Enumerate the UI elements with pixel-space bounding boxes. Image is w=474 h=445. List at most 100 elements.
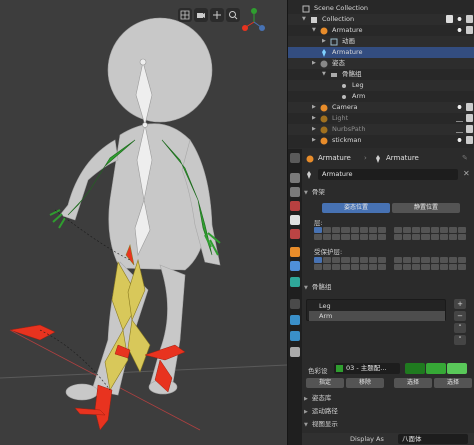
outliner-row-stickman[interactable]: ▶ stickman (288, 135, 474, 146)
camera-render-icon[interactable] (466, 26, 473, 34)
texture-tab-icon[interactable] (290, 347, 300, 357)
checkbox-icon[interactable] (446, 15, 453, 23)
expand-arrow-icon[interactable]: ▼ (312, 25, 316, 36)
constraints-tab-icon[interactable] (290, 261, 300, 271)
protected-layers-grid-a[interactable] (314, 257, 386, 270)
list-item[interactable]: Leg (309, 301, 445, 311)
render-tab-icon[interactable] (290, 173, 300, 183)
camera-render-icon[interactable] (466, 114, 473, 122)
list-item[interactable]: Arm (309, 311, 445, 321)
collapse-arrow-icon[interactable]: ▼ (304, 422, 308, 428)
eye-icon[interactable] (456, 103, 463, 111)
expand-arrow-icon[interactable]: ▶ (304, 396, 308, 402)
remove-button[interactable]: 移除 (346, 378, 384, 388)
move-down-icon[interactable]: ˅ (454, 335, 466, 345)
outliner[interactable]: Scene Collection ▼ Collection ▼ Armature… (288, 0, 474, 148)
outliner-row-animation[interactable]: ▶ 动画 (288, 36, 474, 47)
expand-arrow-icon[interactable]: ▶ (322, 36, 326, 47)
layers-grid-a[interactable] (314, 227, 386, 240)
mesh-object-icon (320, 137, 328, 144)
navigation-gizmo[interactable] (240, 8, 268, 36)
eye-hidden-icon[interactable] (456, 114, 463, 122)
select-color-swatch[interactable] (426, 363, 446, 374)
outliner-row-camera[interactable]: ▶ Camera (288, 102, 474, 113)
panel-title: 运动路径 (311, 407, 338, 415)
collapse-arrow-icon[interactable]: ▼ (304, 285, 308, 291)
expand-arrow-icon[interactable]: ▶ (304, 409, 308, 415)
pose-position-button[interactable]: 姿态位置 (322, 203, 390, 213)
outliner-row-armature-data[interactable]: Armature (288, 47, 474, 58)
expand-arrow-icon[interactable]: ▼ (322, 69, 326, 80)
normal-color-swatch[interactable] (405, 363, 425, 374)
pan-icon[interactable] (210, 8, 224, 22)
panel-title: 骨架 (311, 188, 325, 196)
camera-render-icon[interactable] (466, 136, 473, 144)
add-icon[interactable]: + (454, 299, 466, 309)
display-as-dropdown[interactable]: 八面体 (398, 434, 468, 444)
bone-tab-icon[interactable] (290, 315, 300, 325)
motion-paths-panel-header[interactable]: ▶ 运动路径 (304, 406, 469, 417)
eye-icon[interactable] (456, 15, 463, 23)
expand-arrow-icon[interactable]: ▶ (312, 102, 316, 113)
assign-button[interactable]: 指定 (306, 378, 344, 388)
select-button[interactable]: 选择 (394, 378, 432, 388)
outliner-row-collection[interactable]: ▼ Collection (288, 14, 474, 25)
expand-arrow-icon[interactable]: ▶ (312, 58, 316, 69)
outliner-label: stickman (332, 136, 362, 144)
outliner-row-light[interactable]: ▶ Light (288, 113, 474, 124)
outliner-row-arm[interactable]: Arm (288, 91, 474, 102)
protected-layers-grid-b[interactable] (394, 257, 466, 270)
pose-library-panel-header[interactable]: ▶ 姿态库 (304, 393, 469, 404)
eye-icon[interactable] (456, 136, 463, 144)
zoom-icon[interactable] (226, 8, 240, 22)
camera-view-icon[interactable] (194, 8, 208, 22)
expand-arrow-icon[interactable]: ▶ (312, 113, 316, 124)
bone-groups-panel-header[interactable]: ▼ 骨骼组 (304, 282, 469, 293)
armature-name-field[interactable]: Armature (318, 169, 458, 180)
fake-user-icon[interactable]: ✕ (463, 169, 470, 178)
viewport-scene[interactable] (0, 0, 287, 445)
camera-render-icon[interactable] (466, 15, 473, 23)
eye-icon[interactable] (456, 26, 463, 34)
grid-icon[interactable] (178, 8, 192, 22)
outliner-row-pose[interactable]: ▶ 姿态 (288, 58, 474, 69)
camera-render-icon[interactable] (466, 103, 473, 111)
expand-arrow-icon[interactable]: ▼ (302, 14, 306, 25)
viewport-display-panel-header[interactable]: ▼ 视图显示 (304, 419, 469, 430)
outliner-row-bone-groups[interactable]: ▼ 骨骼组 (288, 69, 474, 80)
armature-data-tab-icon[interactable] (290, 299, 300, 309)
scene-tab-icon[interactable] (290, 215, 300, 225)
active-color-swatch[interactable] (447, 363, 467, 374)
outliner-row-nurbspath[interactable]: ▶ NurbsPath (288, 124, 474, 135)
camera-render-icon[interactable] (466, 125, 473, 133)
outliner-row-armature[interactable]: ▼ Armature (288, 25, 474, 36)
properties-editor[interactable]: Armature › Armature ✎ Armature ✕ ▼ 骨架 姿态位… (288, 149, 474, 445)
view-layer-tab-icon[interactable] (290, 201, 300, 211)
move-up-icon[interactable]: ˄ (454, 323, 466, 333)
outliner-label: Scene Collection (314, 4, 369, 12)
rest-position-button[interactable]: 静置位置 (392, 203, 460, 213)
bone-constraint-tab-icon[interactable] (290, 331, 300, 341)
output-tab-icon[interactable] (290, 187, 300, 197)
expand-arrow-icon[interactable]: ▶ (312, 135, 316, 146)
deselect-button[interactable]: 选择 (434, 378, 472, 388)
world-tab-icon[interactable] (290, 229, 300, 239)
curve-object-icon (320, 126, 328, 133)
pose-icon (320, 60, 328, 67)
outliner-label: Camera (332, 103, 358, 111)
pin-icon[interactable]: ✎ (462, 152, 468, 165)
physics-tab-icon[interactable] (290, 277, 300, 287)
bone-groups-list[interactable]: Leg Arm (306, 299, 446, 321)
outliner-row-scene-collection[interactable]: Scene Collection (288, 3, 474, 14)
color-set-dropdown[interactable]: 03 - 主题配... (334, 363, 400, 374)
tool-tab-icon[interactable] (290, 153, 300, 163)
eye-hidden-icon[interactable] (456, 125, 463, 133)
skeleton-panel-header[interactable]: ▼ 骨架 (304, 187, 469, 198)
layers-grid-b[interactable] (394, 227, 466, 240)
remove-icon[interactable]: − (454, 311, 466, 321)
outliner-row-leg[interactable]: Leg (288, 80, 474, 91)
expand-arrow-icon[interactable]: ▶ (312, 124, 316, 135)
collapse-arrow-icon[interactable]: ▼ (304, 190, 308, 196)
3d-viewport[interactable] (0, 0, 287, 445)
object-tab-icon[interactable] (290, 247, 300, 257)
